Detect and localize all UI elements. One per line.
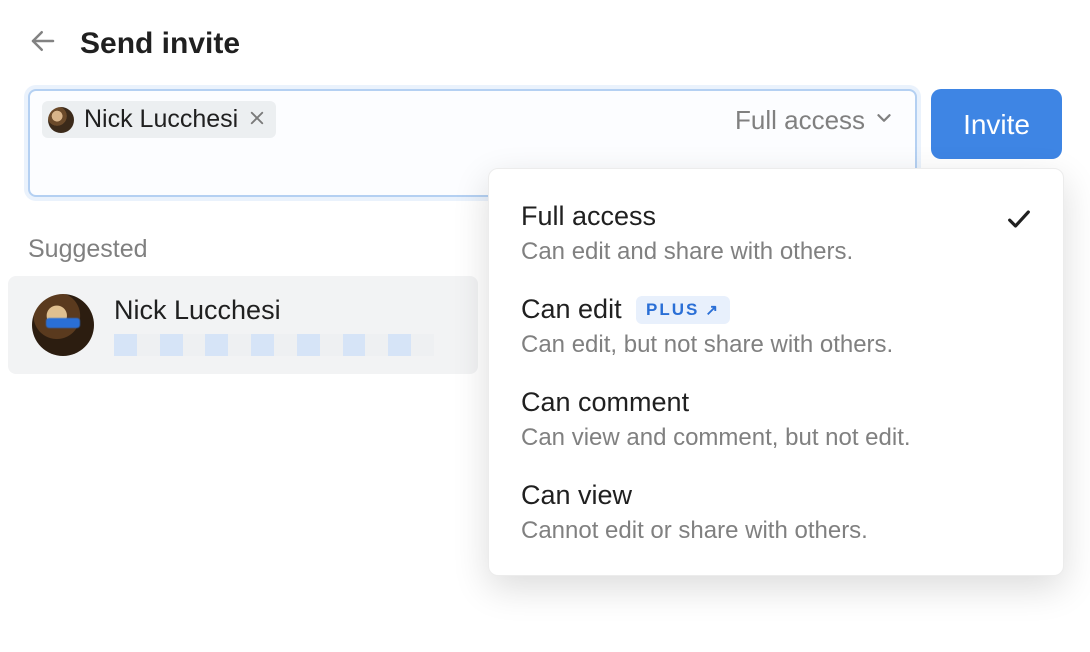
suggested-item-text: Nick Lucchesi	[114, 295, 434, 356]
access-option-can-edit[interactable]: Can edit PLUS ↗ Can edit, but not share …	[497, 282, 1055, 375]
avatar	[32, 294, 94, 356]
invitee-chip[interactable]: Nick Lucchesi	[42, 101, 276, 138]
header: Send invite	[0, 0, 1090, 71]
option-desc: Can view and comment, but not edit.	[521, 424, 1031, 452]
access-level-dropdown: Full access Can edit and share with othe…	[488, 168, 1064, 576]
external-link-icon: ↗	[705, 301, 720, 319]
avatar	[48, 107, 74, 133]
access-option-can-comment[interactable]: Can comment Can view and comment, but no…	[497, 375, 1055, 468]
invite-button[interactable]: Invite	[931, 89, 1062, 159]
option-desc: Cannot edit or share with others.	[521, 517, 1031, 545]
access-option-can-view[interactable]: Can view Cannot edit or share with other…	[497, 468, 1055, 561]
option-title: Can comment	[521, 387, 689, 417]
chip-area: Nick Lucchesi	[42, 101, 276, 138]
option-desc: Can edit and share with others.	[521, 238, 1031, 266]
suggested-item[interactable]: Nick Lucchesi	[8, 276, 478, 374]
page-title: Send invite	[80, 27, 240, 61]
access-option-full-access[interactable]: Full access Can edit and share with othe…	[497, 189, 1055, 282]
chip-name: Nick Lucchesi	[84, 105, 238, 134]
back-arrow-icon[interactable]	[28, 26, 58, 61]
check-icon	[1005, 205, 1033, 238]
access-level-label: Full access	[735, 105, 865, 136]
chevron-down-icon	[873, 105, 895, 136]
option-title: Full access	[521, 201, 656, 231]
suggested-item-name: Nick Lucchesi	[114, 295, 434, 326]
remove-chip-icon[interactable]	[248, 106, 266, 134]
access-level-select[interactable]: Full access	[727, 101, 903, 140]
plus-badge[interactable]: PLUS ↗	[636, 296, 730, 324]
option-desc: Can edit, but not share with others.	[521, 331, 1031, 359]
option-title: Can view	[521, 480, 632, 510]
suggested-item-email-redacted	[114, 334, 434, 356]
option-title: Can edit	[521, 294, 622, 324]
plus-badge-label: PLUS	[646, 300, 699, 320]
